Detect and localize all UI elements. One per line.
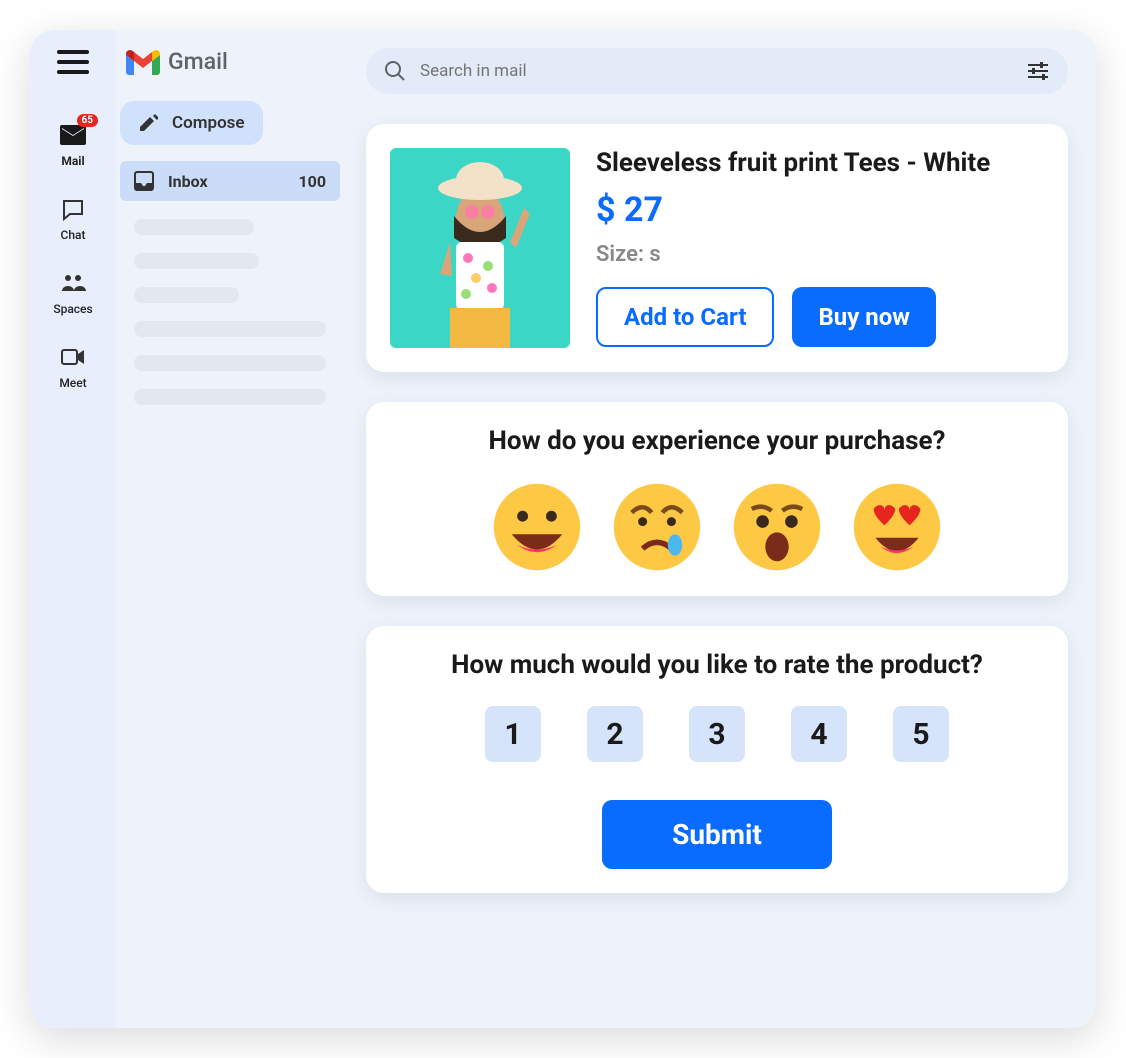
submit-button[interactable]: Submit [602, 800, 832, 869]
search-icon [384, 60, 406, 82]
product-size: Size: s [596, 242, 990, 267]
rail-item-chat[interactable]: Chat [60, 196, 86, 242]
rating-option-2[interactable]: 2 [587, 706, 643, 762]
emoji-happy[interactable] [492, 482, 582, 572]
nav-rail: 65 Mail Chat Spaces Meet [30, 30, 116, 1028]
mail-icon: 65 [60, 122, 86, 148]
rail-label-meet: Meet [59, 376, 86, 390]
emoji-sad-tear[interactable] [612, 482, 702, 572]
product-title: Sleeveless fruit print Tees - White [596, 148, 990, 178]
sidebar-placeholder [134, 287, 239, 303]
inbox-label: Inbox [168, 172, 208, 191]
spaces-icon [60, 270, 86, 296]
sidebar: Gmail Compose Inbox 100 [116, 30, 348, 1028]
app-window: 65 Mail Chat Spaces Meet [30, 30, 1096, 1028]
rail-item-spaces[interactable]: Spaces [53, 270, 92, 316]
meet-icon [60, 344, 86, 370]
menu-icon[interactable] [57, 50, 89, 74]
rating-survey-card: How much would you like to rate the prod… [366, 626, 1068, 893]
sidebar-placeholder [134, 355, 326, 371]
mail-badge: 65 [77, 114, 98, 127]
experience-survey-card: How do you experience your purchase? [366, 402, 1068, 596]
rail-item-mail[interactable]: 65 Mail [60, 122, 86, 168]
compose-button[interactable]: Compose [120, 101, 263, 145]
emoji-heart-eyes[interactable] [852, 482, 942, 572]
rating-question: How much would you like to rate the prod… [390, 650, 1044, 680]
product-price: $ 27 [596, 190, 990, 230]
buy-now-button[interactable]: Buy now [792, 287, 935, 347]
app-name: Gmail [168, 48, 228, 75]
chat-icon [60, 196, 86, 222]
pencil-icon [138, 113, 158, 133]
filter-icon[interactable] [1026, 60, 1050, 82]
rating-option-1[interactable]: 1 [485, 706, 541, 762]
rating-option-4[interactable]: 4 [791, 706, 847, 762]
add-to-cart-button[interactable]: Add to Cart [596, 287, 774, 347]
search-bar[interactable] [366, 48, 1068, 94]
app-logo[interactable]: Gmail [120, 48, 340, 75]
product-image [390, 148, 570, 348]
emoji-worried[interactable] [732, 482, 822, 572]
sidebar-placeholder [134, 389, 326, 405]
search-input[interactable] [420, 61, 1012, 81]
rating-option-3[interactable]: 3 [689, 706, 745, 762]
rating-option-5[interactable]: 5 [893, 706, 949, 762]
rail-label-mail: Mail [61, 154, 84, 168]
rail-item-meet[interactable]: Meet [59, 344, 86, 390]
sidebar-placeholder [134, 219, 254, 235]
inbox-count: 100 [298, 172, 326, 191]
gmail-logo-icon [126, 49, 160, 75]
sidebar-placeholder [134, 253, 259, 269]
main-content: Sleeveless fruit print Tees - White $ 27… [348, 30, 1096, 1028]
product-card: Sleeveless fruit print Tees - White $ 27… [366, 124, 1068, 372]
rail-label-chat: Chat [61, 228, 86, 242]
inbox-icon [134, 171, 154, 191]
sidebar-placeholder [134, 321, 326, 337]
compose-label: Compose [172, 113, 245, 133]
experience-question: How do you experience your purchase? [390, 426, 1044, 456]
rail-label-spaces: Spaces [53, 302, 92, 316]
sidebar-item-inbox[interactable]: Inbox 100 [120, 161, 340, 201]
